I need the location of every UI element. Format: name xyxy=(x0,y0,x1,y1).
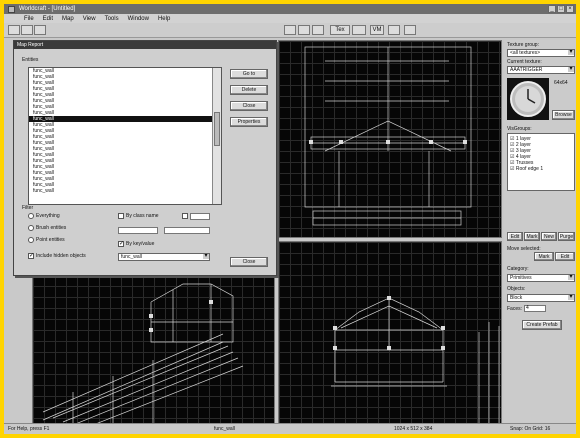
by-class-label: By class name xyxy=(126,213,159,219)
right-panel: Texture group: <all textures> Current te… xyxy=(504,40,576,424)
viewport-top[interactable] xyxy=(278,40,502,238)
object-list[interactable]: func_wall func_wall func_wall func_wall func… xyxy=(28,67,222,205)
objects-combo[interactable]: Block xyxy=(507,294,575,302)
everything-label: Everything xyxy=(36,213,60,219)
front-view-wireframe xyxy=(331,296,500,423)
create-prefab-button[interactable]: Create Prefab xyxy=(522,320,562,330)
include-hidden-label: Include hidden objects xyxy=(36,253,86,259)
everything-radio[interactable] xyxy=(28,213,34,219)
minimize-icon[interactable]: _ xyxy=(548,5,556,13)
title-bar: Worldcraft - [Untitled] _ □ × xyxy=(4,4,576,14)
visgroup-label: Roof edge 1 xyxy=(515,166,544,172)
menu-edit[interactable]: Edit xyxy=(43,16,53,22)
by-key-value-checkbox[interactable] xyxy=(118,240,124,247)
tab-new[interactable]: New xyxy=(541,232,557,241)
scrollbar-thumb[interactable] xyxy=(214,112,220,146)
browse-button[interactable]: Browse xyxy=(552,110,575,120)
edit-button[interactable]: Edit xyxy=(555,252,575,261)
save-icon[interactable] xyxy=(34,25,46,35)
top-view-wireframe xyxy=(304,46,472,226)
objects-label: Entities xyxy=(22,57,39,63)
open-icon[interactable] xyxy=(21,25,33,35)
snap-icon[interactable] xyxy=(298,25,310,35)
close-icon[interactable]: × xyxy=(566,5,574,13)
close-button[interactable]: Close xyxy=(230,257,268,267)
go-to-button[interactable]: Go to xyxy=(230,69,268,79)
group-icon[interactable] xyxy=(312,25,324,35)
by-key-value-label: By key/value xyxy=(126,241,155,247)
visgroups-list[interactable]: ☑ 1 layer ☑ 2 layer ☑ 3 layer ☑ 4 layer ☑ Tr… xyxy=(507,133,575,191)
texture-size: 64x64 xyxy=(554,80,568,86)
texture-group-label: Texture group: xyxy=(507,42,539,48)
list-item[interactable]: func_wall xyxy=(29,188,221,194)
menu-view[interactable]: View xyxy=(83,16,96,22)
texture-button[interactable]: Tex xyxy=(330,25,350,35)
menu-bar: File Edit Map View Tools Window Help xyxy=(4,14,576,23)
brush-entities-radio[interactable] xyxy=(28,225,34,231)
properties-button[interactable]: Properties xyxy=(230,117,268,127)
app-window: Worldcraft - [Untitled] _ □ × File Edit … xyxy=(4,4,576,434)
menu-tools[interactable]: Tools xyxy=(105,16,119,22)
tab-edit[interactable]: Edit xyxy=(507,232,523,241)
grid-icon[interactable] xyxy=(284,25,296,35)
menu-map[interactable]: Map xyxy=(62,16,74,22)
brush-entities-label: Brush entities xyxy=(36,225,67,231)
point-entities-label: Point entities xyxy=(36,237,65,243)
status-size: 1024 x 512 x 384 xyxy=(394,426,433,432)
viewport-front[interactable] xyxy=(278,241,502,424)
delete-button[interactable]: Delete xyxy=(230,85,268,95)
clock-icon xyxy=(510,81,546,117)
texture-preview xyxy=(507,78,549,120)
current-texture-label: Current texture: xyxy=(507,59,542,65)
exact-checkbox[interactable] xyxy=(182,213,188,219)
current-texture-combo[interactable]: AAATRIGGER xyxy=(507,66,575,74)
tab-purge[interactable]: Purge xyxy=(558,232,575,241)
menu-file[interactable]: File xyxy=(24,16,34,22)
close-top-button[interactable]: Close xyxy=(230,101,268,111)
category-label: Category: xyxy=(507,266,529,272)
menu-window[interactable]: Window xyxy=(128,16,149,22)
value-field[interactable] xyxy=(164,227,210,234)
include-hidden-checkbox[interactable] xyxy=(28,252,34,259)
key-field[interactable] xyxy=(118,227,158,234)
texlock-button[interactable] xyxy=(352,25,366,35)
category-combo[interactable]: Primitives xyxy=(507,274,575,282)
dialog-title: Map Report xyxy=(14,41,276,49)
vm-button[interactable]: VM xyxy=(370,25,384,35)
filter-label: Filter xyxy=(22,205,34,211)
by-class-checkbox[interactable] xyxy=(118,213,124,219)
status-selection: func_wall xyxy=(214,426,235,432)
visgroup-item[interactable]: ☑ Roof edge 1 xyxy=(508,166,574,172)
faces-label: Faces: xyxy=(507,306,523,312)
maximize-icon[interactable]: □ xyxy=(557,5,565,13)
mark-button[interactable]: Mark xyxy=(534,252,554,261)
texture-group-combo[interactable]: <all textures> xyxy=(507,49,575,57)
menu-help[interactable]: Help xyxy=(158,16,170,22)
tab-mark[interactable]: Mark xyxy=(524,232,540,241)
map-report-dialog: Map Report Entities func_wall func_wall fu… xyxy=(13,40,277,276)
new-icon[interactable] xyxy=(8,25,20,35)
app-icon xyxy=(8,5,15,13)
status-snap: Snap: On Grid: 16 xyxy=(510,426,551,432)
status-help: For Help, press F1 xyxy=(8,426,50,432)
point-entities-radio[interactable] xyxy=(28,237,34,243)
status-bar: For Help, press F1 func_wall 1024 x 512 … xyxy=(4,423,576,434)
visgroups-label: VisGroups: xyxy=(507,126,532,132)
class-combo[interactable]: func_wall xyxy=(118,253,210,261)
hollow-icon[interactable] xyxy=(404,25,416,35)
faces-field[interactable]: 4 xyxy=(524,305,546,312)
toolbar: Tex VM xyxy=(4,23,576,38)
objects-label-right: Objects: xyxy=(507,286,526,292)
list-scrollbar[interactable] xyxy=(212,68,221,204)
window-title: Worldcraft - [Untitled] xyxy=(19,6,76,12)
carve-icon[interactable] xyxy=(388,25,400,35)
exact-field[interactable] xyxy=(190,213,210,220)
